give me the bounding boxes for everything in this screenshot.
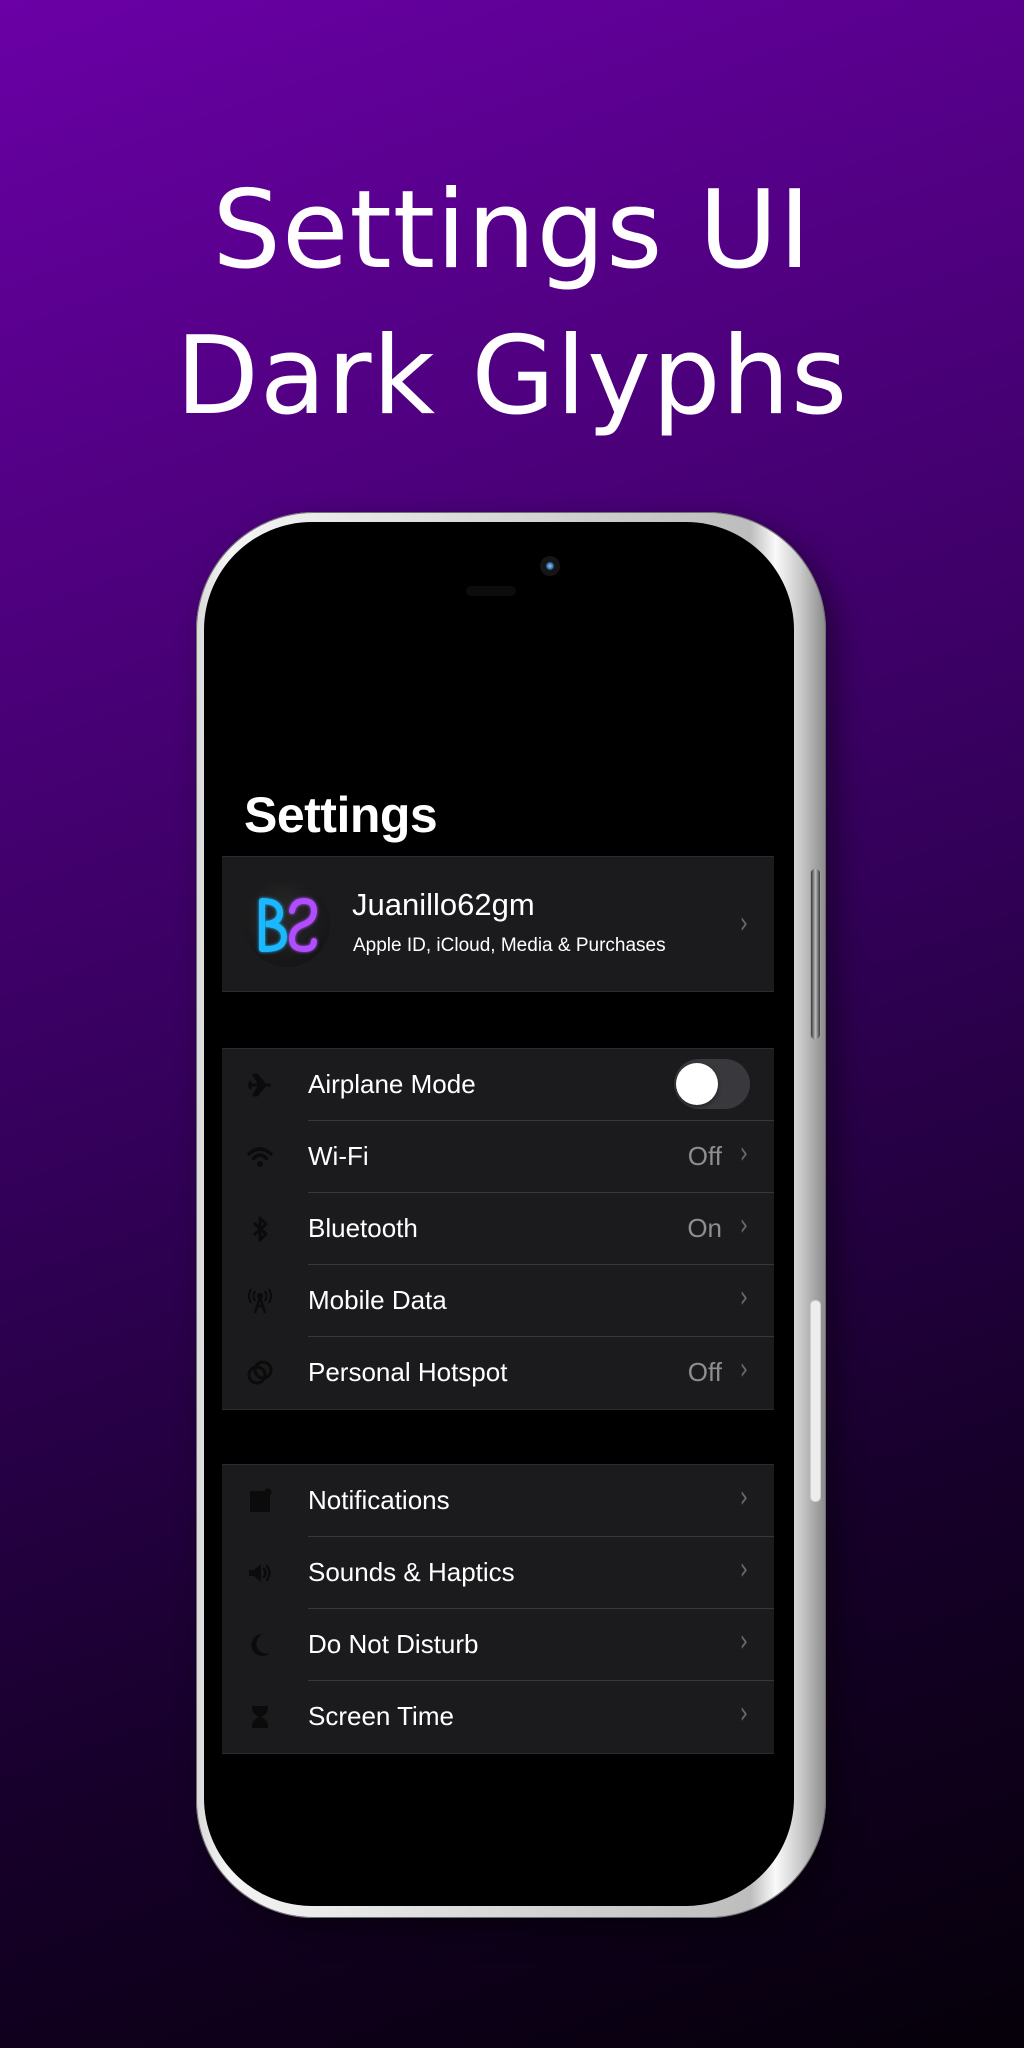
- row-value: Off: [687, 1357, 722, 1387]
- row-label: Screen Time: [308, 1701, 454, 1731]
- row-label: Airplane Mode: [308, 1069, 476, 1099]
- row-label: Notifications: [308, 1485, 450, 1515]
- row-value: Off: [687, 1141, 722, 1171]
- chevron-right-icon: ›: [739, 1480, 749, 1515]
- antenna-icon: [246, 1287, 274, 1315]
- settings-row-do-not-disturb[interactable]: Do Not Disturb ›: [222, 1609, 774, 1681]
- settings-row-mobile-data[interactable]: Mobile Data ›: [222, 1265, 774, 1337]
- bs-logo-icon: [259, 897, 318, 953]
- settings-row-screen-time[interactable]: Screen Time ›: [222, 1681, 774, 1753]
- settings-row-airplane-mode[interactable]: Airplane Mode: [222, 1049, 774, 1121]
- wifi-icon: [246, 1143, 274, 1171]
- phone-screen: Settings Juanillo62gm Apple ID, iCloud, …: [204, 522, 794, 1906]
- apple-id-profile-row[interactable]: Juanillo62gm Apple ID, iCloud, Media & P…: [222, 856, 774, 992]
- side-button-lower: [810, 1300, 821, 1502]
- row-label: Sounds & Haptics: [308, 1557, 515, 1587]
- moon-icon: [246, 1631, 274, 1659]
- row-label: Bluetooth: [308, 1213, 418, 1243]
- promo-headline-line1: Settings UI: [212, 168, 812, 293]
- earpiece-speaker: [466, 586, 516, 596]
- chevron-right-icon: ›: [739, 906, 749, 941]
- airplane-mode-toggle[interactable]: [674, 1059, 750, 1109]
- row-value: On: [687, 1213, 722, 1243]
- toggle-knob: [676, 1063, 718, 1105]
- settings-row-personal-hotspot[interactable]: Personal Hotspot Off ›: [222, 1337, 774, 1409]
- chevron-right-icon: ›: [739, 1696, 749, 1731]
- chevron-right-icon: ›: [739, 1280, 749, 1315]
- page-title: Settings: [244, 787, 438, 843]
- front-camera-icon: [540, 556, 560, 576]
- bluetooth-icon: [246, 1215, 274, 1243]
- airplane-icon: [246, 1071, 274, 1099]
- row-label: Do Not Disturb: [308, 1629, 479, 1659]
- hourglass-icon: [246, 1703, 274, 1731]
- row-label: Wi-Fi: [308, 1141, 369, 1171]
- row-label: Personal Hotspot: [308, 1357, 508, 1387]
- settings-row-sounds-haptics[interactable]: Sounds & Haptics ›: [222, 1537, 774, 1609]
- side-button: [810, 868, 821, 1040]
- row-label: Mobile Data: [308, 1285, 447, 1315]
- profile-name: Juanillo62gm: [352, 887, 535, 922]
- avatar: [244, 881, 330, 967]
- chevron-right-icon: ›: [739, 1208, 749, 1243]
- hotspot-icon: [246, 1359, 274, 1387]
- chevron-right-icon: ›: [739, 1552, 749, 1587]
- settings-row-bluetooth[interactable]: Bluetooth On ›: [222, 1193, 774, 1265]
- settings-row-notifications[interactable]: Notifications ›: [222, 1465, 774, 1537]
- profile-subtitle: Apple ID, iCloud, Media & Purchases: [353, 935, 666, 956]
- chevron-right-icon: ›: [739, 1624, 749, 1659]
- chevron-right-icon: ›: [739, 1136, 749, 1171]
- promo-headline-line2: Dark Glyphs: [175, 314, 849, 439]
- chevron-right-icon: ›: [739, 1352, 749, 1387]
- notifications-icon: [246, 1487, 274, 1515]
- settings-row-wifi[interactable]: Wi-Fi Off ›: [222, 1121, 774, 1193]
- speaker-icon: [246, 1559, 274, 1587]
- notifications-group: Notifications › Sounds & Haptics › Do No…: [222, 1464, 774, 1754]
- connectivity-group: Airplane Mode Wi-Fi Off › Bluetooth On ›: [222, 1048, 774, 1410]
